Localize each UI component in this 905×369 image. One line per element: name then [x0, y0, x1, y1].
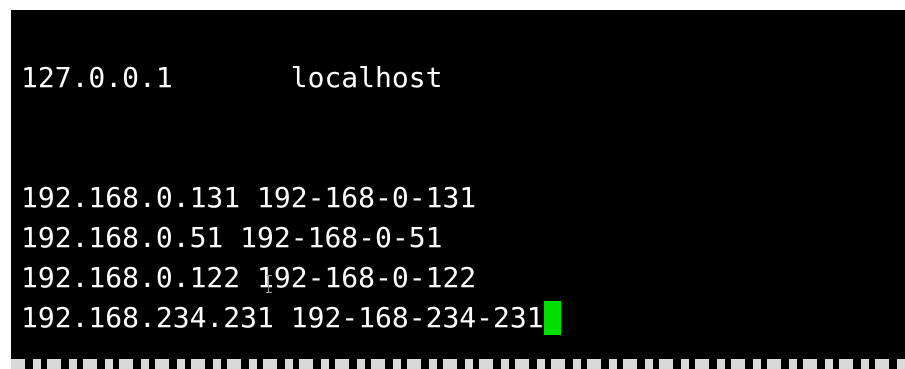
hosts-line: 192.168.0.122 192-168-0-122: [21, 260, 476, 296]
cropped-text-edge: [11, 359, 905, 369]
mouse-ibeam-pointer-icon: [266, 275, 275, 293]
hosts-line-localhost: 127.0.0.1 localhost: [21, 60, 442, 96]
ip-address: 192.168.0.131: [21, 181, 241, 214]
ip-address: 192.168.0.51: [21, 221, 224, 254]
separator: [173, 61, 291, 94]
separator: [240, 181, 257, 214]
hostname: 192-168-0-131: [257, 181, 477, 214]
ip-address: 192.168.0.122: [21, 261, 241, 294]
terminal-window[interactable]: 127.0.0.1 localhost 192.168.0.131 192-16…: [8, 8, 905, 369]
hostname: 192-168-0-122: [257, 261, 477, 294]
hostname: localhost: [290, 61, 443, 94]
hostname: 192-168-234-231: [290, 301, 544, 334]
separator: [274, 301, 291, 334]
hostname: 192-168-0-51: [240, 221, 443, 254]
hosts-line: 192.168.234.231 192-168-234-231: [21, 300, 561, 336]
ip-address: 192.168.234.231: [21, 301, 274, 334]
separator: [240, 261, 257, 294]
separator: [223, 221, 240, 254]
hosts-line: 192.168.0.51 192-168-0-51: [21, 220, 442, 256]
hosts-line: 192.168.0.131 192-168-0-131: [21, 180, 476, 216]
text-cursor: [543, 301, 561, 335]
ip-address: 127.0.0.1: [21, 61, 173, 94]
